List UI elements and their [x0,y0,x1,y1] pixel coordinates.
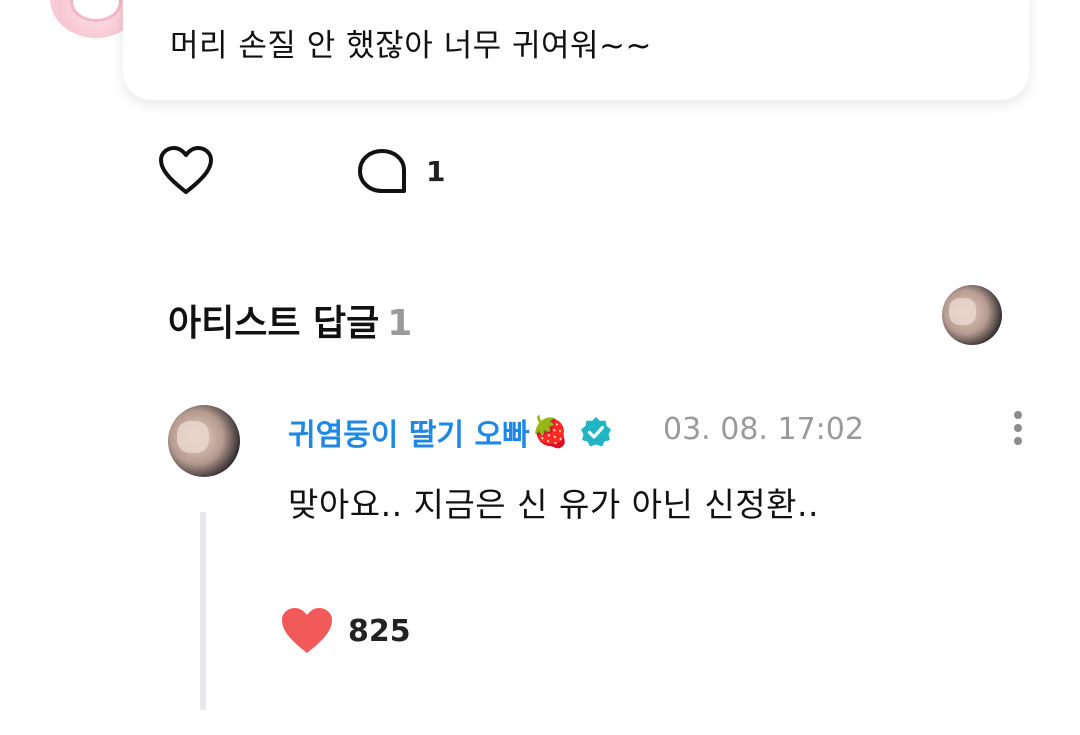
artist-replies-count: 1 [387,303,413,344]
verified-badge-icon [581,417,612,447]
reply-text: 맞아요.. 지금은 신 유가 아닌 신정환.. [288,485,819,524]
artist-avatar[interactable] [942,285,1002,345]
reply-like-button[interactable]: 825 [280,606,411,656]
reply-like-count: 825 [348,613,411,649]
heart-outline-icon [159,146,213,194]
comment-text: 머리 손질 안 했잖아 너무 귀여워~~ [170,28,652,64]
reply-timestamp: 03. 08. 17:02 [663,412,864,447]
comment-button[interactable]: 1 [356,147,445,195]
artist-replies-title: 아티스트 답글 [168,303,380,344]
reply-author-avatar[interactable] [168,405,240,477]
reply-author[interactable]: 귀염둥이 딸기 오빠 🍓 [288,410,613,454]
more-options-button[interactable] [1008,408,1028,448]
thread-line [200,512,206,710]
heart-filled-icon [282,608,332,653]
more-vertical-icon [1008,411,1028,445]
reply-author-name: 귀염둥이 딸기 오빠 [288,418,530,453]
artist-replies-header: 아티스트 답글 1 [168,294,412,346]
like-button[interactable] [158,145,214,197]
comment-bubble-icon [358,149,406,193]
comment-count: 1 [426,154,446,188]
strawberry-emoji: 🍓 [531,414,570,450]
